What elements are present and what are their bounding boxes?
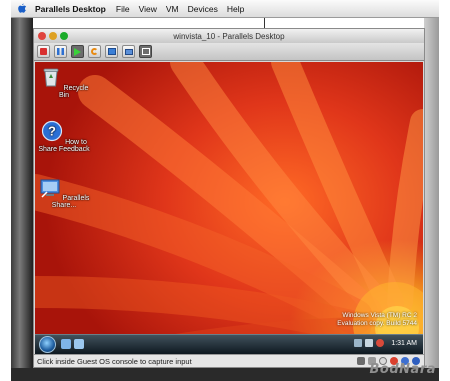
vm-window: winvista_10 - Parallels Desktop Recycle … (33, 28, 425, 368)
window-title: winvista_10 - Parallels Desktop (173, 31, 285, 41)
window-controls (38, 32, 68, 40)
help-icon: ? (42, 120, 63, 142)
windows-taskbar: 1:31 AM (35, 334, 423, 354)
tray-volume-icon[interactable] (365, 339, 374, 347)
vm-titlebar[interactable]: winvista_10 - Parallels Desktop (34, 29, 424, 43)
close-window-button[interactable] (38, 32, 46, 40)
vista-watermark: Windows Vista (TM) RC 2 Evaluation copy.… (337, 312, 417, 328)
mac-menubar: Parallels Desktop File View VM Devices H… (11, 0, 439, 18)
quicklaunch-desktop-icon[interactable] (61, 339, 71, 349)
stop-icon (40, 48, 47, 55)
recycle-bin-icon (43, 68, 58, 87)
system-tray: 1:31 AM (354, 339, 417, 347)
zoom-window-button[interactable] (60, 32, 68, 40)
taskbar-clock[interactable]: 1:31 AM (391, 340, 417, 347)
fullscreen-icon (141, 48, 150, 55)
apple-icon[interactable] (17, 3, 27, 14)
mac-desktop-background-right (424, 18, 439, 370)
svg-text:?: ? (48, 124, 56, 139)
display-button[interactable] (122, 45, 135, 58)
pause-icon (57, 48, 64, 55)
brand-watermark: BodNara (369, 362, 436, 377)
start-button[interactable] (39, 336, 56, 353)
guest-os-console[interactable]: Recycle Bin ? How to Share Feedback Para… (35, 62, 423, 354)
stop-button[interactable] (37, 45, 50, 58)
floppy-icon[interactable] (357, 357, 365, 365)
menubar-app-name[interactable]: Parallels Desktop (35, 4, 106, 14)
tray-security-icon[interactable] (376, 339, 385, 347)
fullscreen-button[interactable] (139, 45, 152, 58)
display-icon (124, 48, 133, 55)
play-button[interactable] (71, 45, 84, 58)
quicklaunch-switch-icon[interactable] (74, 339, 84, 349)
shortcut-icon (40, 179, 60, 198)
menu-vm[interactable]: VM (166, 4, 179, 14)
tray-network-icon[interactable] (354, 339, 363, 347)
recycle-bin-label: Recycle Bin (58, 85, 89, 99)
vm-toolbar (34, 43, 424, 61)
mac-desktop-background (11, 18, 33, 370)
minimize-window-button[interactable] (49, 32, 57, 40)
desktop-icon-share-feedback[interactable]: ? How to Share Feedback (38, 120, 90, 153)
wallpaper-flower (35, 62, 423, 354)
menu-view[interactable]: View (139, 4, 157, 14)
desktop-icon-recycle-bin[interactable]: Recycle Bin (38, 66, 90, 99)
watermark-line-2: Evaluation copy. Build 5744 (337, 320, 417, 327)
statusbar-text: Click inside Guest OS console to capture… (37, 356, 192, 366)
windows-button[interactable] (105, 45, 118, 58)
menu-help[interactable]: Help (227, 4, 244, 14)
menu-devices[interactable]: Devices (188, 4, 218, 14)
play-icon (74, 47, 81, 56)
menu-file[interactable]: File (116, 4, 130, 14)
windows-icon (107, 48, 116, 55)
refresh-button[interactable] (88, 45, 101, 58)
refresh-icon (91, 48, 98, 55)
pause-button[interactable] (54, 45, 67, 58)
desktop-icon-parallels-share[interactable]: Parallels Share... (38, 176, 90, 209)
vm-statusbar: Click inside Guest OS console to capture… (34, 354, 424, 367)
watermark-line-1: Windows Vista (TM) RC 2 (342, 312, 417, 319)
